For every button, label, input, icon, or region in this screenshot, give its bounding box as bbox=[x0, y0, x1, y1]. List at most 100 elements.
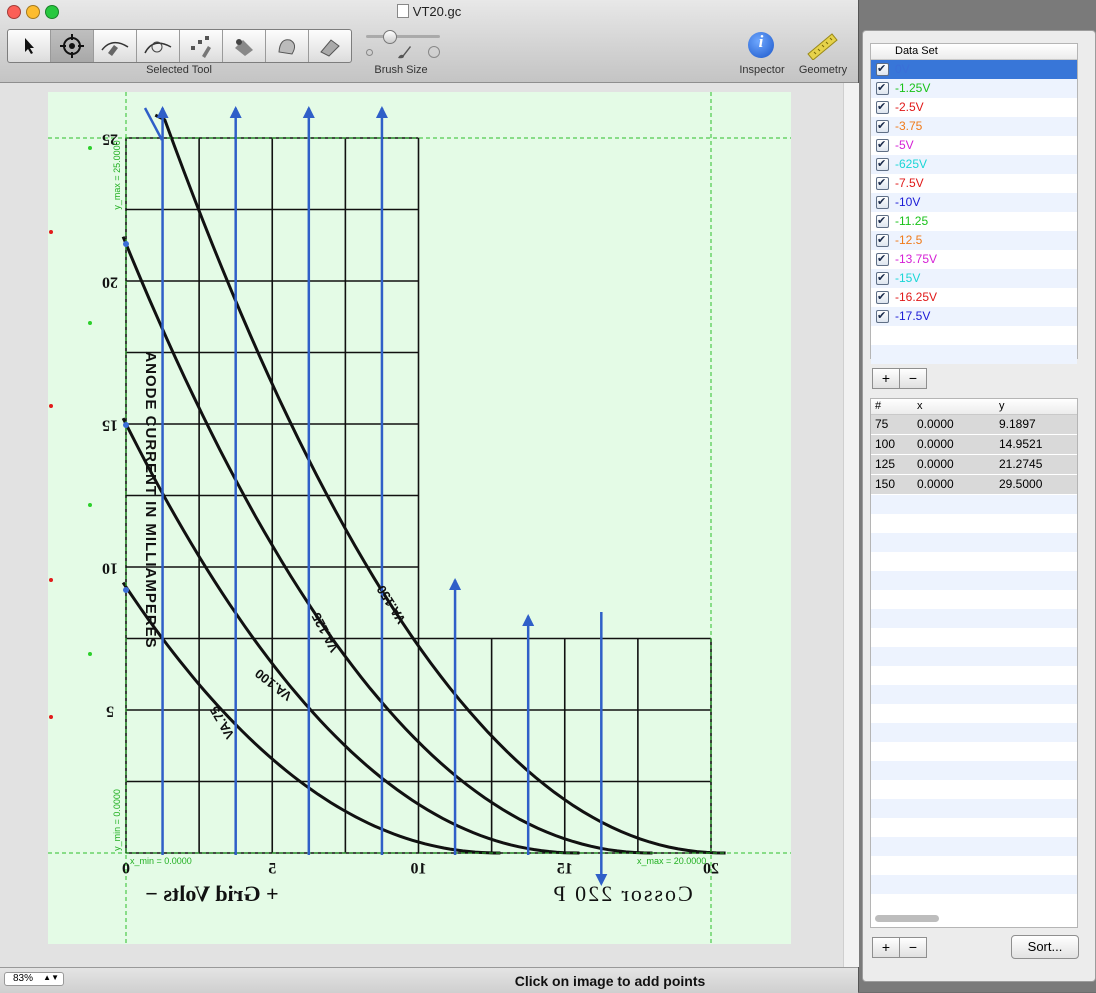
dataset-label: -16.25V bbox=[895, 290, 938, 304]
empty-row bbox=[871, 761, 1077, 780]
point-cell-n: 75 bbox=[875, 417, 889, 431]
dataset-checkbox[interactable] bbox=[876, 269, 889, 288]
calibration-label: x_max = 20.0000 bbox=[637, 856, 706, 866]
marker-dot bbox=[49, 404, 53, 408]
dataset-checkbox[interactable] bbox=[876, 155, 889, 174]
point-dot bbox=[123, 587, 129, 593]
dataset-row[interactable]: -10V bbox=[871, 193, 1077, 212]
empty-row bbox=[871, 742, 1077, 761]
points-rows: 75 0.0000 9.1897 100 0.0000 14.9521 125 0.0000 2… bbox=[871, 415, 1077, 913]
arrow-head bbox=[522, 614, 535, 626]
dataset-label: -2.5V bbox=[895, 100, 924, 114]
point-row[interactable]: 125 0.0000 21.2745 bbox=[871, 455, 1077, 475]
x-axis-title: + Grid Volts − bbox=[145, 881, 278, 906]
dataset-header-label: Data Set bbox=[895, 45, 938, 57]
dataset-row[interactable]: -16.25V bbox=[871, 288, 1077, 307]
anode-curve bbox=[121, 417, 580, 855]
arrow-head bbox=[229, 106, 242, 118]
dataset-checkbox[interactable] bbox=[876, 193, 889, 212]
marker-dot bbox=[49, 578, 53, 582]
x-tick-label: 5 bbox=[268, 861, 276, 878]
dataset-row[interactable]: -2.5V bbox=[871, 98, 1077, 117]
arrow-head bbox=[156, 106, 169, 118]
arrow-head bbox=[449, 578, 462, 590]
point-cell-y: 9.1897 bbox=[999, 417, 1036, 431]
points-col-x: x bbox=[917, 400, 923, 412]
zoom-select[interactable]: 83% ▲▼ bbox=[4, 972, 64, 986]
dataset-checkbox[interactable] bbox=[876, 136, 889, 155]
empty-row bbox=[871, 894, 1077, 913]
point-cell-y: 14.9521 bbox=[999, 437, 1043, 451]
point-row[interactable]: 100 0.0000 14.9521 bbox=[871, 435, 1077, 455]
calibration-label: y_max = 25.0000 bbox=[112, 140, 122, 209]
points-table-header: # x y bbox=[871, 399, 1077, 415]
plot-labels: 2520151050 5 10 15 20ANODE CURRENT IN MILLIA… bbox=[102, 130, 719, 906]
dataset-row[interactable]: -5V bbox=[871, 136, 1077, 155]
point-cell-x: 0.0000 bbox=[917, 457, 954, 471]
dataset-checkbox[interactable] bbox=[876, 288, 889, 307]
empty-row bbox=[871, 495, 1077, 514]
y-tick-label: 10 bbox=[102, 559, 118, 576]
point-row[interactable]: 150 0.0000 29.5000 bbox=[871, 475, 1077, 495]
vertical-scrollbar[interactable] bbox=[843, 83, 859, 967]
dataset-checkbox[interactable] bbox=[876, 307, 889, 326]
dataset-table-header: Data Set bbox=[871, 44, 1077, 60]
point-cell-x: 0.0000 bbox=[917, 477, 954, 491]
remove-dataset-button[interactable]: − bbox=[899, 368, 927, 389]
dataset-rows: 0V -1.25V -2.5V -3.75 -5V -625V -7.5V -10V -11.2… bbox=[871, 60, 1077, 364]
sort-button[interactable]: Sort... bbox=[1011, 935, 1079, 959]
point-cell-n: 150 bbox=[875, 477, 896, 491]
dataset-row[interactable]: -11.25 bbox=[871, 212, 1077, 231]
dataset-row[interactable]: -1.25V bbox=[871, 79, 1077, 98]
dataset-checkbox[interactable] bbox=[876, 250, 889, 269]
anode-curves bbox=[121, 113, 726, 855]
points-col-n: # bbox=[875, 400, 882, 412]
points-col-y: y bbox=[999, 400, 1005, 412]
dataset-row[interactable]: -12.5 bbox=[871, 231, 1077, 250]
marker-dot bbox=[49, 715, 53, 719]
dataset-label: -15V bbox=[895, 271, 921, 285]
dataset-label: -17.5V bbox=[895, 309, 931, 323]
dataset-checkbox[interactable] bbox=[876, 174, 889, 193]
dataset-row[interactable]: -7.5V bbox=[871, 174, 1077, 193]
empty-row bbox=[871, 533, 1077, 552]
x-tick-label: 10 bbox=[411, 861, 427, 878]
calibration-label: y_min = 0.0000 bbox=[112, 789, 122, 851]
dataset-row[interactable]: 0V bbox=[871, 60, 1077, 79]
empty-row bbox=[871, 514, 1077, 533]
dataset-checkbox[interactable] bbox=[876, 212, 889, 231]
dataset-row[interactable]: -15V bbox=[871, 269, 1077, 288]
points-scrollbar[interactable] bbox=[875, 915, 939, 922]
remove-point-button[interactable]: − bbox=[899, 937, 927, 958]
dataset-label: -5V bbox=[895, 138, 914, 152]
x-tick-label: 15 bbox=[557, 861, 573, 878]
empty-row bbox=[871, 780, 1077, 799]
empty-row bbox=[871, 345, 1077, 364]
point-cell-x: 0.0000 bbox=[917, 437, 954, 451]
dataset-label: -12.5 bbox=[895, 233, 923, 247]
add-point-button[interactable]: + bbox=[872, 937, 900, 958]
point-cell-n: 125 bbox=[875, 457, 896, 471]
tube-maker-label: Cossor 220 P bbox=[551, 881, 692, 906]
dataset-label: -3.75 bbox=[895, 119, 923, 133]
empty-row bbox=[871, 856, 1077, 875]
dataset-checkbox[interactable] bbox=[876, 98, 889, 117]
point-cell-y: 21.2745 bbox=[999, 457, 1043, 471]
dataset-row[interactable]: -625V bbox=[871, 155, 1077, 174]
empty-row bbox=[871, 723, 1077, 742]
dataset-checkbox[interactable] bbox=[876, 79, 889, 98]
dataset-checkbox[interactable] bbox=[876, 60, 889, 79]
empty-row bbox=[871, 609, 1077, 628]
dataset-row[interactable]: -13.75V bbox=[871, 250, 1077, 269]
graph-overlay[interactable]: 2520151050 5 10 15 20ANODE CURRENT IN MILLIA… bbox=[0, 0, 843, 967]
x-tick-label: 0 bbox=[122, 861, 130, 878]
dataset-row[interactable]: -3.75 bbox=[871, 117, 1077, 136]
dataset-checkbox[interactable] bbox=[876, 231, 889, 250]
point-row[interactable]: 75 0.0000 9.1897 bbox=[871, 415, 1077, 435]
dataset-row[interactable]: -17.5V bbox=[871, 307, 1077, 326]
dataset-label: -10V bbox=[895, 195, 921, 209]
dataset-checkbox[interactable] bbox=[876, 117, 889, 136]
empty-row bbox=[871, 590, 1077, 609]
empty-row bbox=[871, 628, 1077, 647]
add-dataset-button[interactable]: + bbox=[872, 368, 900, 389]
